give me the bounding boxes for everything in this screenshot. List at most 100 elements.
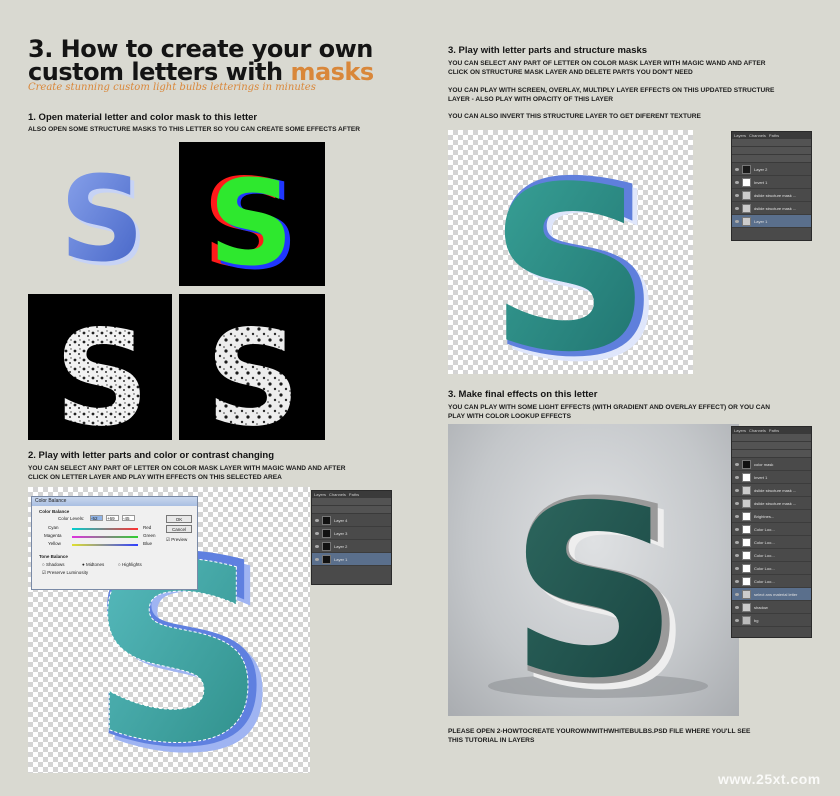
visibility-icon[interactable] bbox=[735, 167, 739, 171]
layer-thumbnail bbox=[742, 524, 751, 534]
shadows-radio[interactable]: ○ Shadows bbox=[42, 562, 64, 567]
layers-panel-tabs: Layers Channels Paths bbox=[732, 132, 811, 139]
layer-name: bg bbox=[754, 617, 759, 623]
layer-name: Layer 3 bbox=[334, 530, 348, 536]
layer-row[interactable]: select ans material letter bbox=[732, 588, 811, 601]
layer-row[interactable]: shadow bbox=[732, 601, 811, 614]
layer-thumbnail bbox=[742, 615, 751, 625]
layer-row[interactable]: Layer 1 bbox=[732, 215, 811, 228]
tab-layers[interactable]: Layers bbox=[734, 427, 746, 434]
layer-thumbnail bbox=[742, 589, 751, 599]
layer-thumbnail bbox=[742, 511, 751, 521]
layer-name: Layer 2 bbox=[754, 166, 768, 172]
visibility-icon[interactable] bbox=[735, 462, 739, 466]
magenta-green-slider[interactable] bbox=[72, 536, 138, 538]
layer-row[interactable]: Layer 4 bbox=[312, 514, 391, 527]
visibility-icon[interactable] bbox=[735, 501, 739, 505]
layer-thumbnail bbox=[742, 537, 751, 547]
layer-row[interactable]: dslide structure mask ... bbox=[732, 202, 811, 215]
cyan-label: Cyan bbox=[48, 525, 59, 530]
layer-row[interactable]: Invert 1 bbox=[732, 176, 811, 189]
layer-row[interactable]: dslide structure mask ... bbox=[732, 497, 811, 510]
svg-text:S: S bbox=[54, 302, 149, 440]
visibility-icon[interactable] bbox=[315, 518, 319, 522]
layer-row[interactable]: Invert 1 bbox=[732, 471, 811, 484]
layer-name: Brightnes... bbox=[754, 513, 775, 519]
color-balance-section-title: Color Balance bbox=[39, 509, 70, 514]
tab-layers[interactable]: Layers bbox=[734, 132, 746, 139]
visibility-icon[interactable] bbox=[315, 557, 319, 561]
visibility-icon[interactable] bbox=[735, 193, 739, 197]
page-title-line2: custom letters with masks bbox=[28, 60, 374, 84]
tab-paths[interactable]: Paths bbox=[769, 132, 779, 139]
visibility-icon[interactable] bbox=[735, 553, 739, 557]
layer-row[interactable]: Layer 1 bbox=[312, 553, 391, 566]
color-levels-label: Color Levels: bbox=[58, 516, 85, 521]
layer-thumbnail bbox=[742, 563, 751, 573]
highlights-radio[interactable]: ○ Highlights bbox=[118, 562, 142, 567]
tab-paths[interactable]: Paths bbox=[769, 427, 779, 434]
structure-mask-image-2: S bbox=[179, 294, 325, 456]
tab-channels[interactable]: Channels bbox=[749, 427, 766, 434]
layer-row[interactable]: Color Loo... bbox=[732, 523, 811, 536]
visibility-icon[interactable] bbox=[735, 618, 739, 622]
visibility-icon[interactable] bbox=[735, 527, 739, 531]
visibility-icon[interactable] bbox=[315, 544, 319, 548]
layer-name: Invert 1 bbox=[754, 179, 768, 185]
tab-channels[interactable]: Channels bbox=[329, 491, 346, 498]
layer-row[interactable]: Color Loo... bbox=[732, 575, 811, 588]
yellow-label: Yellow bbox=[48, 541, 61, 546]
layers-panel-blend-bar bbox=[732, 147, 811, 155]
cancel-button[interactable]: Cancel bbox=[166, 525, 192, 533]
layer-row[interactable]: bg bbox=[732, 614, 811, 627]
visibility-icon[interactable] bbox=[735, 540, 739, 544]
layer-row[interactable]: Layer 2 bbox=[732, 163, 811, 176]
layer-name: Color Loo... bbox=[754, 578, 775, 584]
layer-row[interactable]: Brightnes... bbox=[732, 510, 811, 523]
visibility-icon[interactable] bbox=[735, 605, 739, 609]
tone-balance-title: Tone Balance bbox=[39, 554, 68, 559]
layer-row[interactable]: color mask bbox=[732, 458, 811, 471]
level-input-2[interactable]: +69 bbox=[106, 515, 119, 521]
preview-checkbox[interactable]: ☑ Preview bbox=[166, 537, 187, 543]
layer-row[interactable]: Layer 2 bbox=[312, 540, 391, 553]
preserve-luminosity-checkbox[interactable]: ☑ Preserve Luminosity bbox=[42, 570, 88, 576]
ok-button[interactable]: OK bbox=[166, 515, 192, 523]
layer-row[interactable]: Color Loo... bbox=[732, 536, 811, 549]
visibility-icon[interactable] bbox=[735, 475, 739, 479]
watermark: www.25xt.com bbox=[718, 771, 821, 787]
layer-name: Layer 1 bbox=[334, 556, 348, 562]
final-render-image: S S S bbox=[448, 424, 739, 716]
layer-row[interactable]: dslide structure mask ... bbox=[732, 484, 811, 497]
visibility-icon[interactable] bbox=[735, 566, 739, 570]
layer-thumbnail bbox=[322, 528, 331, 538]
midtones-radio[interactable]: ● Midtones bbox=[82, 562, 104, 567]
layers-panel-step3a: Layers Channels Paths Layer 2 Invert 1 d… bbox=[731, 131, 812, 241]
tab-layers[interactable]: Layers bbox=[314, 491, 326, 498]
visibility-icon[interactable] bbox=[735, 206, 739, 210]
layer-row[interactable]: Color Loo... bbox=[732, 549, 811, 562]
tab-paths[interactable]: Paths bbox=[349, 491, 359, 498]
layers-panel-lock-bar bbox=[732, 155, 811, 163]
visibility-icon[interactable] bbox=[735, 579, 739, 583]
cyan-red-slider[interactable] bbox=[72, 528, 138, 530]
layer-name: Color Loo... bbox=[754, 565, 775, 571]
layer-name: dslide structure mask ... bbox=[754, 500, 797, 506]
visibility-icon[interactable] bbox=[735, 488, 739, 492]
visibility-icon[interactable] bbox=[735, 592, 739, 596]
visibility-icon[interactable] bbox=[735, 219, 739, 223]
level-input-3[interactable]: -45 bbox=[122, 515, 135, 521]
footer-note-line2: THIS TUTORIAL IN LAYERS bbox=[448, 737, 535, 744]
layer-row[interactable]: Color Loo... bbox=[732, 562, 811, 575]
step1-heading: 1. Open material letter and color mask t… bbox=[28, 112, 258, 123]
visibility-icon[interactable] bbox=[735, 514, 739, 518]
visibility-icon[interactable] bbox=[315, 531, 319, 535]
layers-panel-lock-bar bbox=[732, 450, 811, 458]
layer-row[interactable]: dslide structure mask ... bbox=[732, 189, 811, 202]
svg-text:S: S bbox=[62, 168, 144, 268]
level-input-1[interactable]: -52 bbox=[90, 515, 103, 521]
tab-channels[interactable]: Channels bbox=[749, 132, 766, 139]
layer-row[interactable]: Layer 3 bbox=[312, 527, 391, 540]
visibility-icon[interactable] bbox=[735, 180, 739, 184]
yellow-blue-slider[interactable] bbox=[72, 544, 138, 546]
